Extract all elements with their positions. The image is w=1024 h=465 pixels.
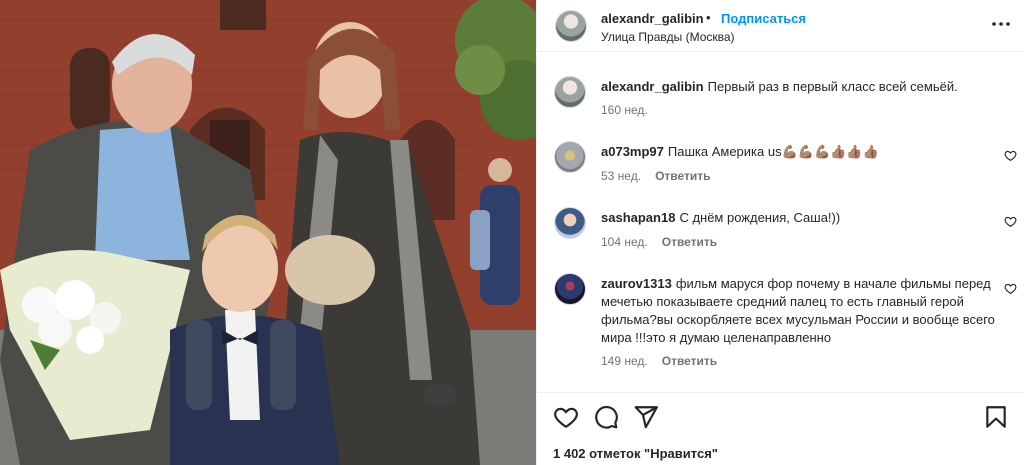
comment-username[interactable]: zaurov1313 bbox=[601, 276, 672, 291]
comment-like-heart-icon[interactable] bbox=[1004, 149, 1017, 162]
comment-time[interactable]: 104 нед. bbox=[601, 235, 648, 249]
caption-author-avatar[interactable] bbox=[554, 76, 586, 108]
caption-text-block: alexandr_galibin Первый раз в первый клас… bbox=[601, 78, 996, 96]
author-username[interactable]: alexandr_galibin bbox=[601, 11, 704, 26]
post-details-panel: alexandr_galibin • Подписаться Улица Пра… bbox=[536, 0, 1024, 465]
send-icon[interactable] bbox=[633, 404, 659, 430]
follow-button[interactable]: Подписаться bbox=[721, 11, 806, 26]
caption-text: Первый раз в первый класс всей семьёй. bbox=[707, 79, 958, 94]
comment-like-heart-icon[interactable] bbox=[1004, 282, 1017, 295]
comment-text-block: zaurov1313 фильм маруся фор почему в нача… bbox=[601, 275, 996, 347]
comment-like-heart-icon[interactable] bbox=[1004, 215, 1017, 228]
comment-username[interactable]: sashapan18 bbox=[601, 210, 675, 225]
more-horizontal-icon bbox=[992, 22, 1010, 26]
comment-time[interactable]: 53 нед. bbox=[601, 169, 641, 183]
bookmark-icon[interactable] bbox=[983, 404, 1009, 430]
heart-icon[interactable] bbox=[553, 404, 579, 430]
post-header: alexandr_galibin • Подписаться Улица Пра… bbox=[537, 0, 1024, 52]
comment-text-block: a073mp97 Пашка Америка us💪🏽💪🏽💪🏽👍🏽👍🏽👍🏽 bbox=[601, 143, 996, 161]
likes-count[interactable]: 1 402 отметок "Нравится" bbox=[553, 446, 718, 461]
reply-button[interactable]: Ответить bbox=[655, 169, 710, 183]
author-avatar[interactable] bbox=[555, 10, 587, 42]
commenter-avatar[interactable] bbox=[554, 273, 586, 305]
caption-meta: 160 нед. bbox=[601, 103, 648, 117]
comment-icon[interactable] bbox=[593, 404, 619, 430]
family-photo-illustration bbox=[0, 0, 536, 465]
reply-button[interactable]: Ответить bbox=[662, 354, 717, 368]
comment-username[interactable]: a073mp97 bbox=[601, 144, 664, 159]
comment-text-block: sashapan18 С днём рождения, Саша!)) bbox=[601, 209, 996, 227]
separator-dot: • bbox=[706, 10, 711, 25]
comment-text: С днём рождения, Саша!)) bbox=[679, 210, 841, 225]
commenter-avatar[interactable] bbox=[554, 207, 586, 239]
comment-meta: 149 нед. Ответить bbox=[601, 354, 717, 368]
caption-time[interactable]: 160 нед. bbox=[601, 103, 648, 117]
comment-time[interactable]: 149 нед. bbox=[601, 354, 648, 368]
comment-meta: 53 нед. Ответить bbox=[601, 169, 711, 183]
post-photo[interactable] bbox=[0, 0, 536, 465]
reply-button[interactable]: Ответить bbox=[662, 235, 717, 249]
comment-text: Пашка Америка us💪🏽💪🏽💪🏽👍🏽👍🏽👍🏽 bbox=[667, 144, 879, 159]
post-location[interactable]: Улица Правды (Москва) bbox=[601, 30, 735, 44]
comment-meta: 104 нед. Ответить bbox=[601, 235, 717, 249]
more-options-button[interactable] bbox=[989, 12, 1013, 36]
commenter-avatar[interactable] bbox=[554, 141, 586, 173]
caption-username[interactable]: alexandr_galibin bbox=[601, 79, 704, 94]
post-actions: 1 402 отметок "Нравится" bbox=[537, 392, 1024, 465]
